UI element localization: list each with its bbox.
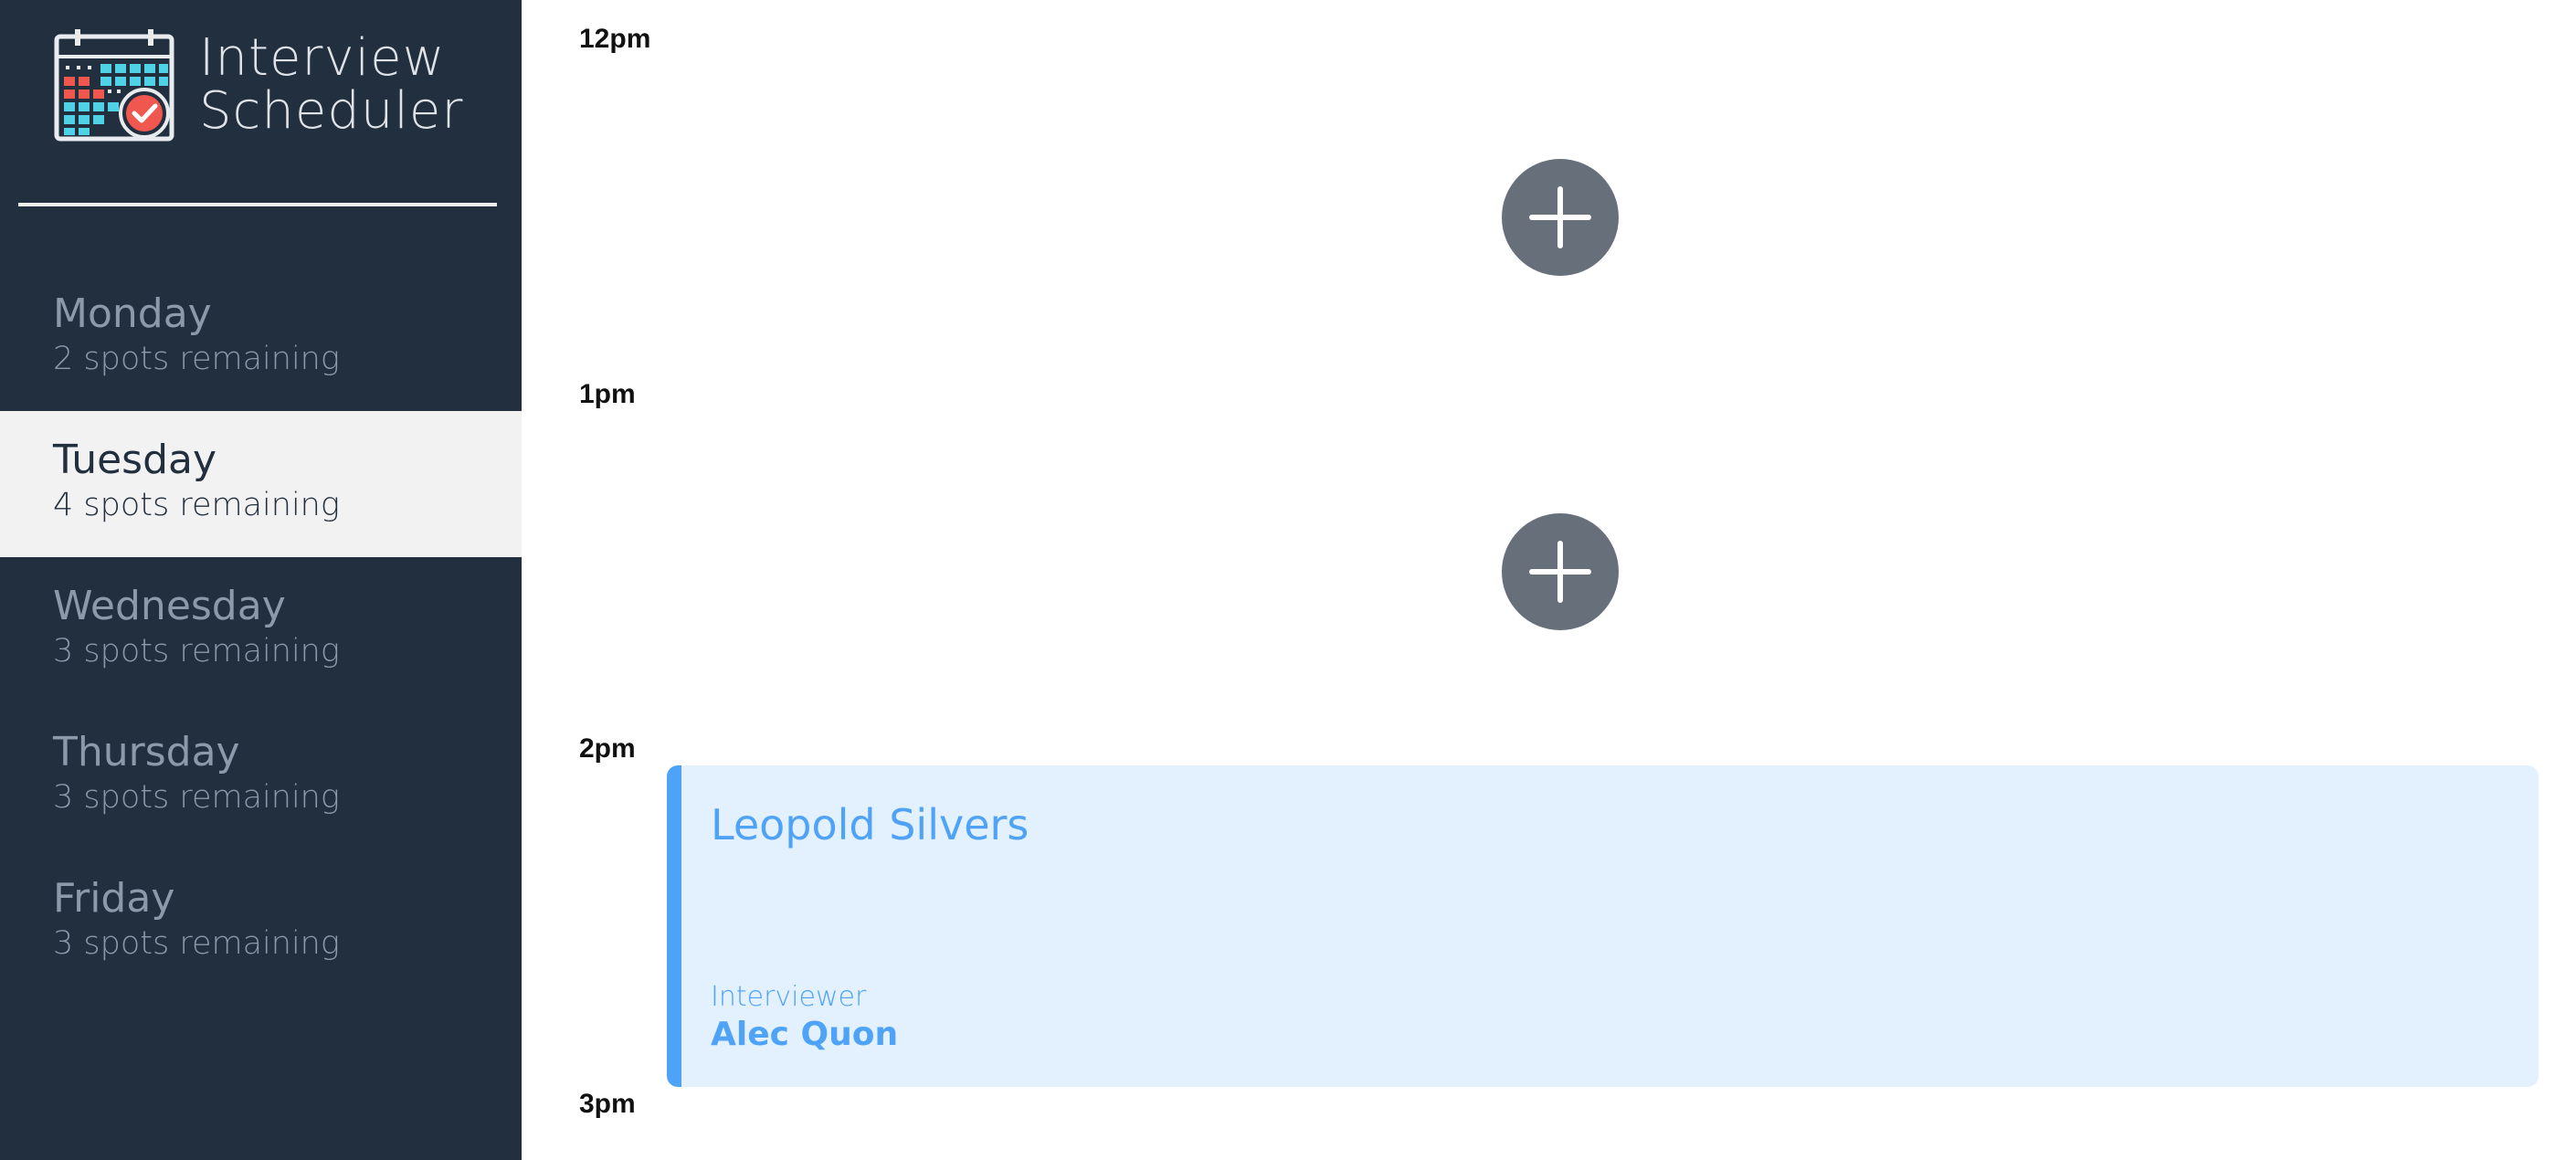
day-name: Tuesday: [53, 437, 217, 483]
day-name: Thursday: [53, 729, 240, 775]
day-item-friday[interactable]: Friday 3 spots remaining: [0, 849, 522, 996]
interviewer-name: Alec Quon: [711, 1016, 899, 1053]
time-label-2pm: 2pm: [579, 733, 636, 764]
app-title: Interview Scheduler: [199, 32, 463, 138]
plus-icon: [1529, 186, 1591, 248]
day-spots: 2 spots remaining: [53, 341, 340, 377]
day-item-wednesday[interactable]: Wednesday 3 spots remaining: [0, 557, 522, 703]
app-title-line1: Interview: [199, 28, 446, 88]
day-name: Friday: [53, 875, 175, 922]
plus-icon: [1529, 541, 1591, 603]
sidebar: Interview Scheduler Monday 2 spots remai…: [0, 0, 522, 1160]
app-title-line2: Scheduler: [199, 81, 464, 141]
day-spots: 3 spots remaining: [53, 633, 340, 670]
schedule: 12pm 1pm 2pm Leopold Silvers Interviewer…: [522, 0, 2576, 1160]
calendar-check-icon: [54, 29, 174, 142]
day-item-tuesday[interactable]: Tuesday 4 spots remaining: [0, 411, 522, 557]
add-appointment-button[interactable]: [1502, 159, 1619, 276]
time-label-12pm: 12pm: [579, 24, 651, 54]
day-spots: 4 spots remaining: [53, 487, 340, 523]
day-item-monday[interactable]: Monday 2 spots remaining: [0, 265, 522, 411]
app: Interview Scheduler Monday 2 spots remai…: [0, 0, 2576, 1160]
add-appointment-button[interactable]: [1502, 513, 1619, 630]
day-name: Wednesday: [53, 583, 286, 629]
sidebar-divider: [18, 203, 497, 206]
time-label-1pm: 1pm: [579, 379, 636, 409]
student-name: Leopold Silvers: [711, 800, 1029, 849]
day-item-thursday[interactable]: Thursday 3 spots remaining: [0, 703, 522, 849]
day-list: Monday 2 spots remaining Tuesday 4 spots…: [0, 265, 522, 996]
appointment-card[interactable]: Leopold Silvers Interviewer Alec Quon: [667, 765, 2539, 1087]
interviewer-label: Interviewer: [711, 981, 867, 1013]
day-spots: 3 spots remaining: [53, 925, 340, 962]
day-name: Monday: [53, 290, 212, 337]
brand: Interview Scheduler: [53, 27, 463, 142]
day-spots: 3 spots remaining: [53, 779, 340, 816]
time-label-3pm: 3pm: [579, 1089, 636, 1119]
